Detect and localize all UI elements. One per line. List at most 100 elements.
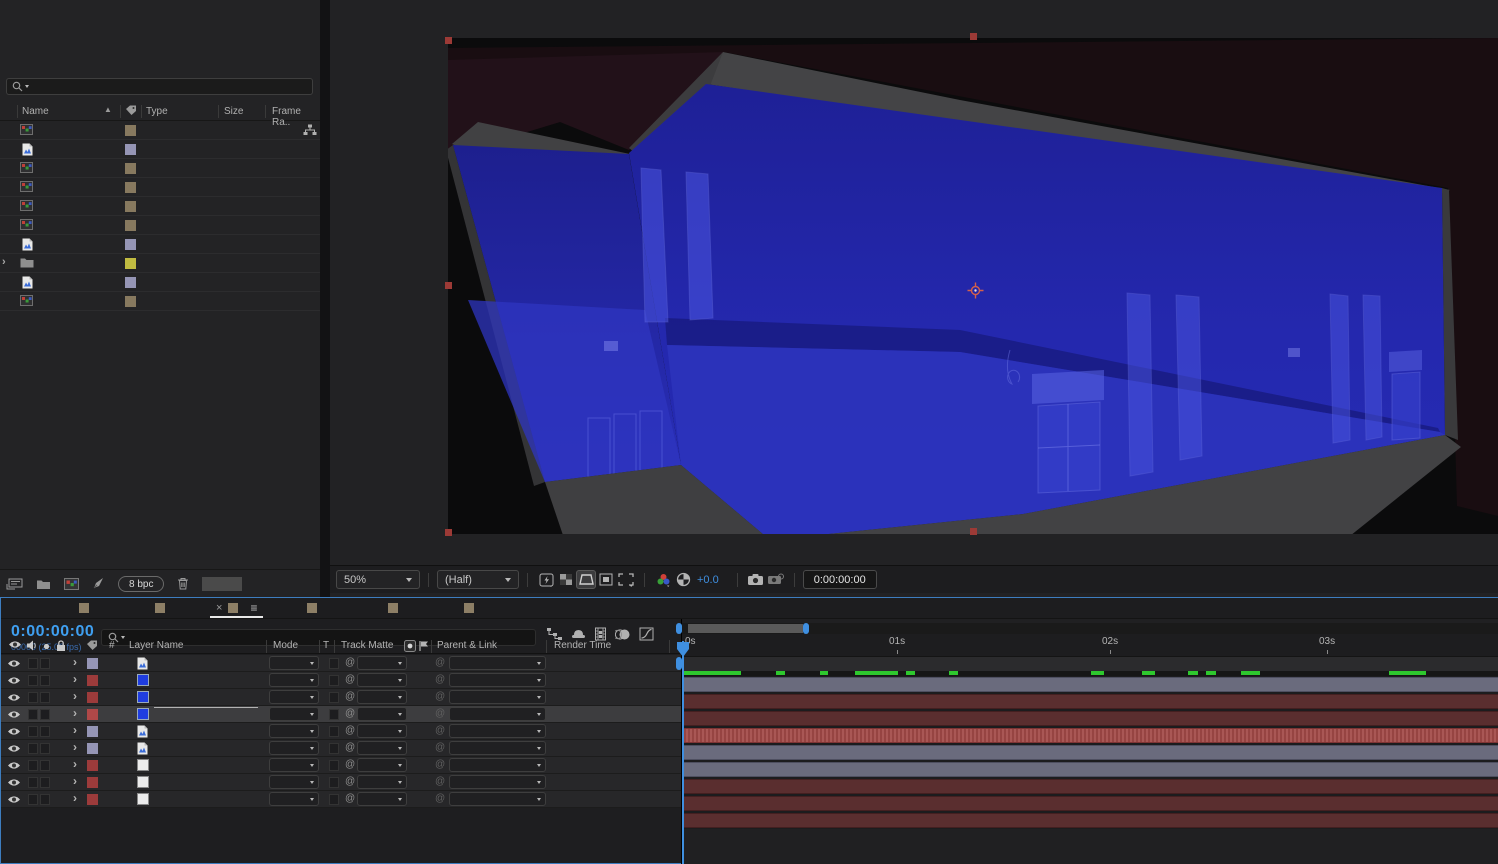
column-t[interactable]: T xyxy=(323,640,329,651)
parent-pickwhip-icon[interactable]: @ xyxy=(435,742,445,753)
track-matte-pickwhip-icon[interactable]: @ xyxy=(345,657,355,668)
column-layer-name[interactable]: Layer Name xyxy=(129,640,183,651)
track-matte-dropdown[interactable] xyxy=(357,673,407,687)
project-item-row[interactable] xyxy=(0,178,320,197)
eye-icon[interactable] xyxy=(7,744,21,753)
layer-label-swatch[interactable] xyxy=(87,777,98,788)
project-column-headers[interactable]: Name ▲ Type Size Frame Ra.. xyxy=(0,103,320,121)
label-color-swatch[interactable] xyxy=(125,182,136,193)
timeline-tab-precomp[interactable] xyxy=(297,598,333,619)
layer-row-mainfront[interactable]: ›@@ xyxy=(1,672,681,689)
twirl-expander-icon[interactable]: › xyxy=(73,706,77,720)
anchor-point-icon[interactable] xyxy=(967,282,984,299)
audio-switch-cell[interactable] xyxy=(28,658,38,669)
panel-divider[interactable] xyxy=(320,0,330,597)
playhead-line[interactable] xyxy=(682,641,684,864)
switches-column-icon[interactable] xyxy=(404,640,416,652)
twirl-expander-icon[interactable]: › xyxy=(73,672,77,686)
lock-switch-cell[interactable] xyxy=(40,658,50,669)
label-color-swatch[interactable] xyxy=(125,239,136,250)
region-of-interest-icon[interactable] xyxy=(616,570,636,589)
transparency-grid-icon[interactable] xyxy=(556,570,576,589)
label-color-swatch[interactable] xyxy=(125,220,136,231)
preserve-transparency-cell[interactable] xyxy=(329,794,339,805)
sort-ascending-icon[interactable]: ▲ xyxy=(104,105,112,114)
audio-switch-cell[interactable] xyxy=(28,760,38,771)
scrollbar-right-handle[interactable] xyxy=(803,623,809,634)
work-area-bar[interactable] xyxy=(682,657,1498,671)
timeline-zoom-scrollbar[interactable] xyxy=(682,623,1498,634)
preserve-transparency-cell[interactable] xyxy=(329,777,339,788)
parent-pickwhip-icon[interactable]: @ xyxy=(435,708,445,719)
parent-link-dropdown[interactable] xyxy=(449,707,546,721)
layer-row-ssu_te-6x994-png[interactable]: › @ @ xyxy=(1,655,681,672)
parent-pickwhip-icon[interactable]: @ xyxy=(435,657,445,668)
layer-row-entranceback[interactable]: ›@@ xyxy=(1,791,681,808)
twirl-expander-icon[interactable]: › xyxy=(73,723,77,737)
label-color-swatch[interactable] xyxy=(125,258,136,269)
blend-mode-dropdown[interactable] xyxy=(269,656,319,670)
track-matte-pickwhip-icon[interactable]: @ xyxy=(345,725,355,736)
parent-link-dropdown[interactable] xyxy=(449,792,546,806)
track-matte-dropdown[interactable] xyxy=(357,775,407,789)
magnification-dropdown[interactable]: 50% xyxy=(336,570,420,589)
label-column-tag-icon[interactable] xyxy=(125,105,137,116)
close-tab-icon[interactable]: × xyxy=(216,602,222,614)
track-matte-pickwhip-icon[interactable]: @ xyxy=(345,742,355,753)
twirl-expander-icon[interactable]: › xyxy=(73,655,77,669)
timeline-tab-walldesign[interactable]: ×≡ xyxy=(206,598,267,619)
parent-link-dropdown[interactable] xyxy=(449,758,546,772)
track-matte-dropdown[interactable] xyxy=(357,792,407,806)
label-color-swatch[interactable] xyxy=(125,125,136,136)
interpret-footage-icon[interactable] xyxy=(6,578,23,590)
blend-mode-dropdown[interactable] xyxy=(269,673,319,687)
new-composition-icon[interactable] xyxy=(64,578,79,590)
label-color-swatch[interactable] xyxy=(125,277,136,288)
track-matte-pickwhip-icon[interactable]: @ xyxy=(345,708,355,719)
layer-row-ixda-logo-png[interactable]: ›@@ xyxy=(1,740,681,757)
audio-switch-cell[interactable] xyxy=(28,692,38,703)
layer-row-sideback[interactable]: ›@@ xyxy=(1,757,681,774)
parent-link-dropdown[interactable] xyxy=(449,741,546,755)
preserve-transparency-cell[interactable] xyxy=(329,760,339,771)
label-color-swatch[interactable] xyxy=(125,296,136,307)
parent-pickwhip-icon[interactable]: @ xyxy=(435,674,445,685)
audio-switch-cell[interactable] xyxy=(28,709,38,720)
playhead-handle[interactable] xyxy=(676,641,690,658)
project-item-row[interactable] xyxy=(0,197,320,216)
layer-duration-bar[interactable] xyxy=(682,728,1498,743)
eye-icon[interactable] xyxy=(7,693,21,702)
column-number[interactable]: # xyxy=(109,640,115,651)
parent-pickwhip-icon[interactable]: @ xyxy=(435,691,445,702)
label-color-swatch[interactable] xyxy=(125,201,136,212)
layer-duration-bar[interactable] xyxy=(682,694,1498,709)
preserve-transparency-cell[interactable] xyxy=(329,658,339,669)
track-matte-dropdown[interactable] xyxy=(357,656,407,670)
track-matte-dropdown[interactable] xyxy=(357,741,407,755)
panel-menu-icon[interactable]: ≡ xyxy=(250,601,257,615)
track-matte-dropdown[interactable] xyxy=(357,758,407,772)
scrollbar-left-handle[interactable] xyxy=(676,623,682,634)
eye-icon[interactable] xyxy=(7,676,21,685)
layer-duration-bar[interactable] xyxy=(682,779,1498,794)
parent-pickwhip-icon[interactable]: @ xyxy=(435,793,445,804)
layer-label-swatch[interactable] xyxy=(87,658,98,669)
preserve-transparency-cell[interactable] xyxy=(329,709,339,720)
timeline-tab-render-queue[interactable] xyxy=(19,598,39,619)
layer-duration-bar[interactable] xyxy=(682,745,1498,760)
lock-switch-cell[interactable] xyxy=(40,794,50,805)
blend-mode-dropdown[interactable] xyxy=(269,690,319,704)
project-item-row[interactable]: › xyxy=(0,254,320,273)
exposure-icon[interactable] xyxy=(673,570,693,589)
show-snapshot-icon[interactable] xyxy=(766,570,786,589)
scrollbar-thumb[interactable] xyxy=(688,624,803,633)
viewer-timecode[interactable]: 0:00:00:00 xyxy=(803,570,877,589)
layer-label-swatch[interactable] xyxy=(87,743,98,754)
twirl-expander-icon[interactable]: › xyxy=(73,774,77,788)
lock-switch-cell[interactable] xyxy=(40,726,50,737)
solo-column-icon[interactable] xyxy=(43,643,50,650)
layer-label-swatch[interactable] xyxy=(87,692,98,703)
blend-mode-dropdown[interactable] xyxy=(269,758,319,772)
expander-icon[interactable]: › xyxy=(2,256,6,268)
layer-selection-handle[interactable] xyxy=(445,37,452,44)
